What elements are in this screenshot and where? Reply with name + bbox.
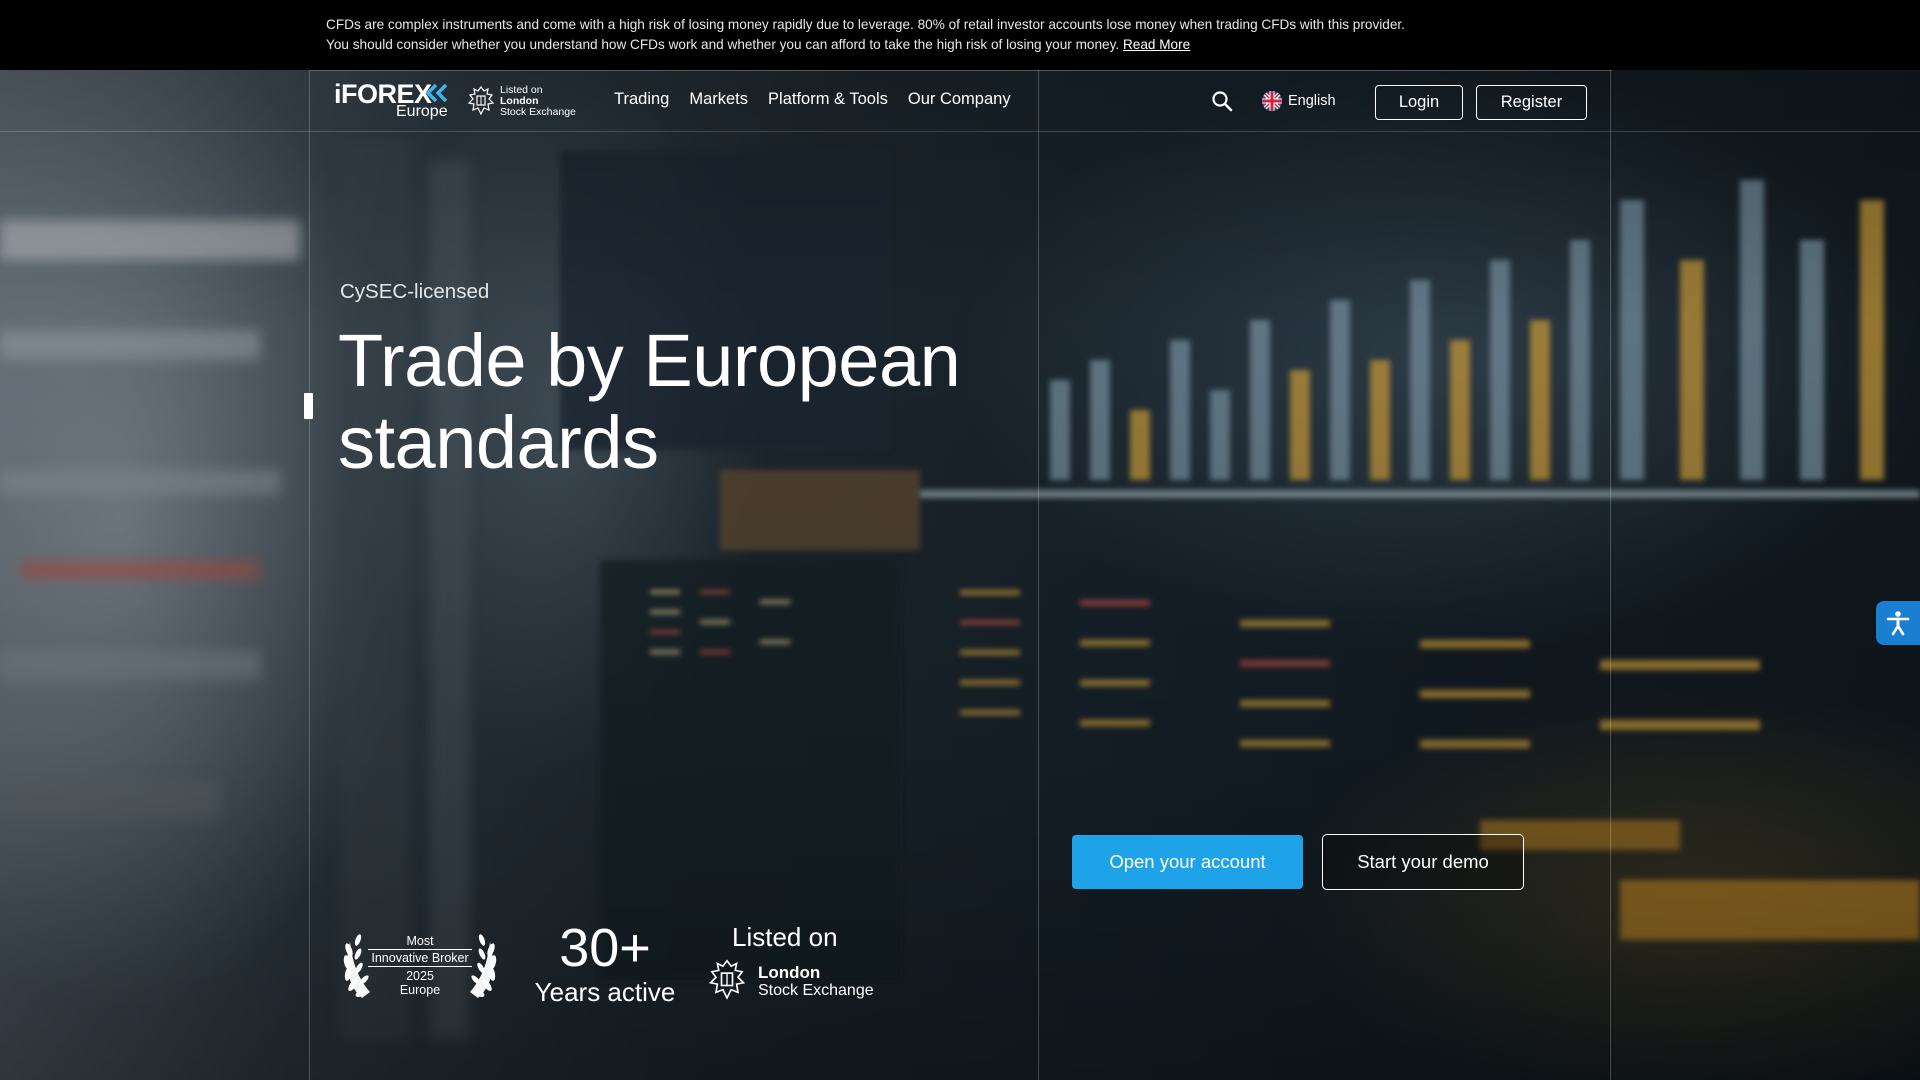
- register-button[interactable]: Register: [1476, 85, 1587, 120]
- risk-warning-line-2: You should consider whether you understa…: [326, 35, 1626, 55]
- logo-chevron-icon: [426, 84, 448, 102]
- award-badge: Most Innovative Broker 2025 Europe: [340, 928, 500, 1002]
- award-line-3: 2025: [406, 969, 434, 983]
- years-active-label: Years active: [534, 977, 676, 1007]
- years-active-stat: 30+ Years active: [530, 918, 680, 1006]
- risk-warning-text: CFDs are complex instruments and come wi…: [326, 15, 1626, 55]
- lse-listing-stat: Listed on London Stock Exchange: [706, 922, 886, 1002]
- search-icon[interactable]: [1210, 89, 1234, 113]
- read-more-link[interactable]: Read More: [1123, 37, 1190, 52]
- hero-title: Trade by European standards: [338, 320, 1038, 484]
- grid-line: [1610, 70, 1611, 1080]
- award-text: Most Innovative Broker 2025 Europe: [366, 934, 474, 997]
- lse-listed-on: Listed on: [732, 922, 838, 952]
- header-divider: [0, 131, 1920, 132]
- language-label: English: [1288, 93, 1336, 109]
- logo-subtitle: Europe: [396, 103, 448, 120]
- accessibility-icon: [1886, 611, 1910, 636]
- hero-title-line-1: Trade by European: [338, 319, 961, 402]
- section-indicator: [304, 393, 313, 419]
- lse-crest-icon: [467, 86, 495, 116]
- risk-warning-banner: CFDs are complex instruments and come wi…: [0, 0, 1920, 70]
- grid-line: [309, 70, 310, 1080]
- lse-big-name: London: [758, 963, 821, 982]
- language-selector[interactable]: English: [1262, 91, 1336, 111]
- hero-title-line-2: standards: [338, 401, 659, 484]
- uk-flag-icon: [1262, 91, 1282, 111]
- lse-exchange-label: Stock Exchange: [500, 106, 576, 118]
- nav-item-platform-tools[interactable]: Platform & Tools: [768, 90, 888, 109]
- nav-item-trading[interactable]: Trading: [614, 90, 669, 109]
- nav-item-markets[interactable]: Markets: [689, 90, 748, 109]
- award-line-2: Innovative Broker: [368, 949, 472, 967]
- grid-line: [1038, 70, 1039, 1080]
- lse-listing-badge: Listed on London Stock Exchange: [466, 85, 586, 121]
- hero-background: [0, 0, 1920, 1080]
- main-nav: Trading Markets Platform & Tools Our Com…: [614, 90, 1011, 109]
- iforex-logo[interactable]: iFOREX Europe: [334, 79, 449, 121]
- award-line-4: Europe: [399, 983, 441, 997]
- risk-warning-line-2-text: You should consider whether you understa…: [326, 37, 1120, 52]
- years-active-number: 30+: [559, 918, 651, 978]
- nav-item-our-company[interactable]: Our Company: [908, 90, 1011, 109]
- accessibility-button[interactable]: [1876, 601, 1920, 645]
- hero-eyebrow: CySEC-licensed: [340, 280, 490, 303]
- lse-crest-icon: [708, 959, 746, 1000]
- start-demo-button[interactable]: Start your demo: [1322, 834, 1524, 890]
- risk-warning-line-1: CFDs are complex instruments and come wi…: [326, 17, 1405, 32]
- login-button[interactable]: Login: [1375, 85, 1463, 120]
- open-account-button[interactable]: Open your account: [1072, 835, 1303, 889]
- lse-big-exchange: Stock Exchange: [758, 982, 874, 999]
- award-line-1: Most: [406, 934, 434, 948]
- site-header: iFOREX Europe Listed on London Stock Exc…: [310, 70, 1612, 131]
